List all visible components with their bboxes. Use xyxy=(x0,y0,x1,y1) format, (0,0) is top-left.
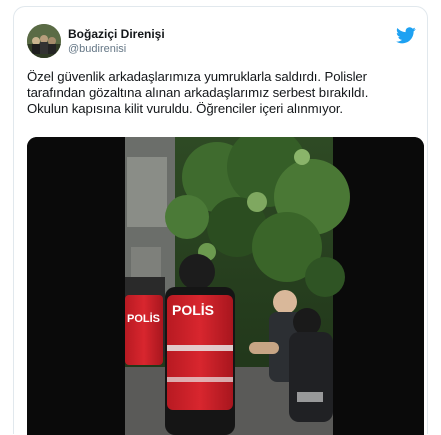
user-handle[interactable]: @budirenisi xyxy=(68,43,126,55)
tweet-text-line: tarafından gözaltına alınan arkadaşlarım… xyxy=(27,84,369,100)
tweet-text-line: Okulun kapısına kilit vuruldu. Öğrencile… xyxy=(27,100,343,116)
avatar-image xyxy=(27,24,61,58)
tweet-text-line: Özel güvenlik arkadaşlarımıza yumruklarl… xyxy=(27,69,367,84)
twitter-bird-icon[interactable] xyxy=(396,27,416,44)
avatar[interactable] xyxy=(27,24,61,58)
video-content: POLİS POLİS xyxy=(125,137,350,435)
vest-label: POLİS xyxy=(127,312,160,325)
vest-label: POLİS xyxy=(172,302,214,318)
tweet-card: Boğaziçi Direnişi @budirenisi Özel güven… xyxy=(13,6,428,435)
tweet-text: Özel güvenlik arkadaşlarımıza yumruklarl… xyxy=(27,69,422,116)
tweet-video[interactable]: POLİS POLİS xyxy=(27,137,424,435)
video-frame: POLİS POLİS xyxy=(27,137,424,435)
display-name[interactable]: Boğaziçi Direnişi xyxy=(68,27,165,41)
